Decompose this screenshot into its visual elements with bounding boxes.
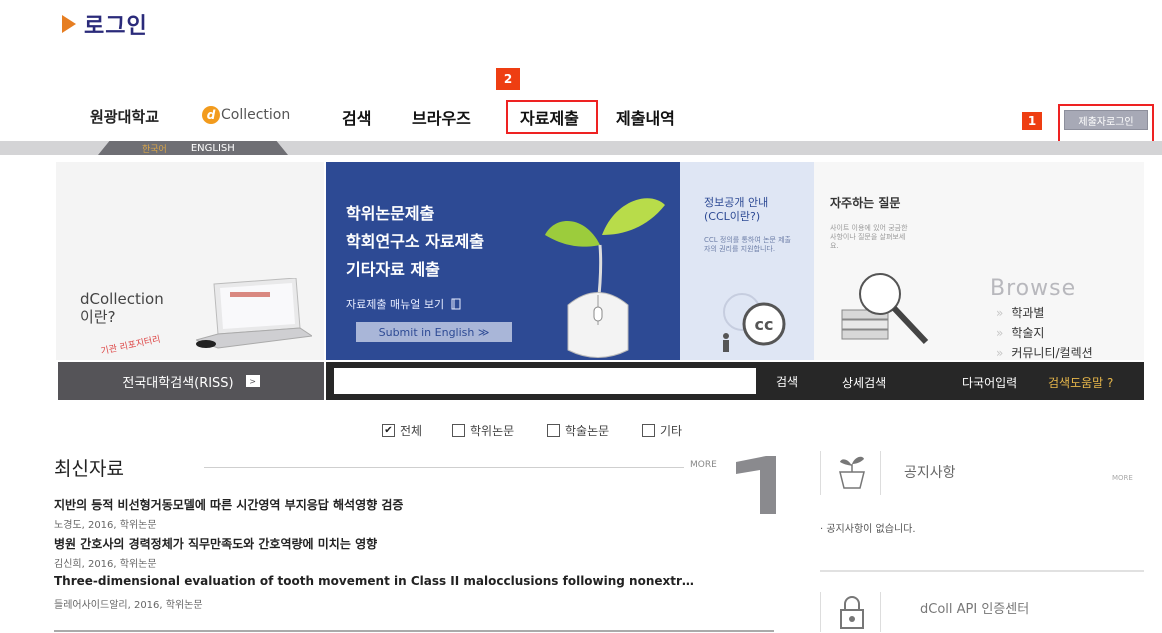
latest-item-meta: 들레어사이드알리, 2016, 학위논문 [54, 600, 203, 611]
notice-empty-label: 공지사항이 없습니다. [826, 524, 916, 535]
nav-history[interactable]: 제출내역 [616, 105, 675, 129]
arrow-icon: > [245, 375, 260, 387]
latest-item-title[interactable]: 병원 간호사의 경력정체가 직무만족도와 간호역량에 미치는 영향 [54, 535, 377, 552]
nav-browse[interactable]: 브라우즈 [412, 105, 471, 129]
logo-text: Collection [221, 107, 291, 123]
browse-by-journal[interactable]: 학술지 [996, 324, 1044, 341]
submit-other-link[interactable]: 기타자료 제출 [346, 256, 440, 280]
latest-item-title[interactable]: 지반의 등적 비선형거동모델에 따른 시간영역 부지응답 해석영향 검증 [54, 496, 403, 513]
latest-item-meta: 노경도, 2016, 학위논문 [54, 520, 157, 531]
checkbox-checked-icon[interactable]: ✔ [382, 424, 395, 437]
lang-korean[interactable]: 한국어 [142, 142, 167, 155]
api-divider [880, 592, 881, 632]
search-input[interactable] [334, 368, 756, 394]
latest-section-title: 최신자료 [54, 458, 124, 480]
lock-icon [840, 596, 864, 629]
riss-label: 전국대학검색(RISS) [122, 375, 234, 391]
notice-more-link[interactable]: MORE [1112, 474, 1133, 482]
manual-link-label: 자료제출 매뉴얼 보기 [346, 298, 445, 311]
api-center-title[interactable]: dColl API 인증센터 [920, 598, 1029, 617]
logo-d-icon: d [202, 106, 220, 124]
filter-other[interactable]: 기타 [642, 422, 682, 439]
dcollection-intro-text: dCollection 이란? [80, 290, 164, 326]
checkbox-icon[interactable] [547, 424, 560, 437]
notice-divider [880, 451, 881, 495]
faq-title[interactable]: 자주하는 질문 [830, 194, 900, 211]
filter-journal[interactable]: 학술논문 [547, 422, 609, 439]
submit-institute-link[interactable]: 학회연구소 자료제출 [346, 228, 484, 252]
filter-label: 전체 [400, 424, 423, 438]
intro-title: dCollection [80, 290, 164, 308]
advanced-search-link[interactable]: 상세검색 [842, 374, 886, 391]
dcollection-logo[interactable]: d Collection [202, 106, 290, 124]
plant-pot-icon [839, 456, 865, 489]
decorative-number-icon [736, 456, 776, 514]
checkbox-icon[interactable] [452, 424, 465, 437]
highlight-box-login [1058, 104, 1154, 144]
search-button[interactable]: 검색 [758, 368, 816, 394]
search-help-link[interactable]: 검색도움말 ? [1048, 374, 1113, 391]
notice-bottom-divider [820, 570, 1144, 572]
riss-search-button[interactable]: 전국대학검색(RISS) > [58, 362, 324, 400]
ccl-desc: CCL 정의를 통하여 논문 제출자의 권리를 지원합니다. [704, 236, 791, 253]
mouse-sprout-icon [545, 198, 665, 358]
latest-bottom-divider [54, 630, 774, 632]
filter-label: 학술논문 [565, 424, 610, 438]
browse-title: Browse [990, 276, 1077, 301]
arrow-right-icon [62, 15, 76, 33]
manual-link[interactable]: 자료제출 매뉴얼 보기 [346, 296, 462, 312]
language-tabs: 한국어 ENGLISH [98, 141, 288, 155]
intro-sub: 이란? [80, 308, 116, 326]
filter-label: 학위논문 [470, 424, 515, 438]
checkbox-icon[interactable] [642, 424, 655, 437]
filter-all[interactable]: ✔ 전체 [382, 422, 422, 439]
browse-by-department[interactable]: 학과별 [996, 304, 1044, 321]
latest-divider [204, 467, 684, 468]
page-heading: 로그인 [62, 10, 148, 39]
callout-marker-1: 1 [1022, 112, 1042, 130]
browse-by-community[interactable]: 커뮤니티/컬렉션 [996, 344, 1092, 361]
filter-label: 기타 [660, 424, 683, 438]
notice-divider [820, 451, 821, 495]
submit-in-english-button[interactable]: Submit in English ≫ [356, 322, 512, 342]
ccl-title-2: (CCL이란?) [704, 210, 761, 223]
notice-empty-text: · 공지사항이 없습니다. [820, 524, 916, 535]
nav-search[interactable]: 검색 [342, 105, 371, 129]
cc-license-icon: cc [723, 293, 786, 352]
page-title: 로그인 [84, 14, 148, 39]
latest-item-title[interactable]: Three-dimensional evaluation of tooth mo… [54, 574, 694, 588]
notice-title[interactable]: 공지사항 [904, 462, 956, 482]
lang-english[interactable]: ENGLISH [191, 143, 235, 154]
book-icon [451, 298, 461, 310]
highlight-box-submit [506, 100, 598, 134]
university-name[interactable]: 원광대학교 [90, 106, 159, 127]
latest-item-meta: 김신희, 2016, 학위논문 [54, 559, 157, 570]
ccl-title-1: 정보공개 안내 [704, 196, 769, 209]
laptop-icon [196, 278, 312, 349]
magnifier-icon [841, 273, 929, 345]
callout-marker-2: 2 [496, 68, 520, 90]
svg-text:cc: cc [755, 315, 774, 334]
ccl-title: 정보공개 안내 (CCL이란?) [704, 196, 768, 224]
submit-thesis-link[interactable]: 학위논문제출 [346, 200, 434, 224]
api-divider [820, 592, 821, 632]
latest-more-link[interactable]: MORE [690, 460, 717, 470]
multilang-input-link[interactable]: 다국어입력 [962, 374, 1017, 391]
filter-thesis[interactable]: 학위논문 [452, 422, 514, 439]
faq-desc: 사이트 이용에 있어 궁금한 사항이나 질문을 살펴보세요. [830, 224, 908, 250]
